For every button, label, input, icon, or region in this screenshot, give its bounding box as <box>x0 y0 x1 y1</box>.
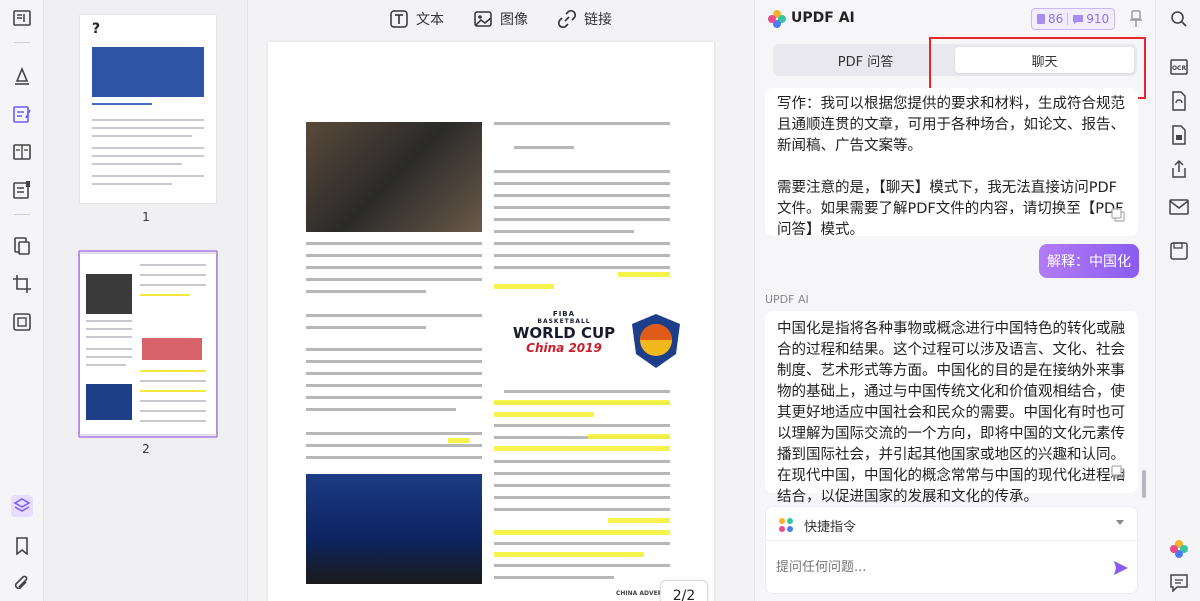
quick-commands-icon <box>779 518 793 532</box>
credits-badge[interactable]: 86 910 <box>1031 8 1115 30</box>
bookmark-icon[interactable] <box>10 534 34 558</box>
pdf-page[interactable]: FIBA BASKETBALL WORLD CUP China 2019 CHI… <box>268 42 714 601</box>
quick-commands-dropdown[interactable]: 快捷指令 <box>766 507 1139 541</box>
copy-icon[interactable] <box>1111 208 1125 222</box>
convert-icon[interactable] <box>1168 90 1190 112</box>
organize-pages-icon[interactable] <box>10 234 34 258</box>
add-image-button[interactable]: 图像 <box>474 9 528 29</box>
tools-icon[interactable] <box>10 310 34 334</box>
updf-ai-icon[interactable] <box>1168 538 1190 560</box>
ai-message-reply: 中国化是指将各种事物或概念进行中国特色的转化或融合的过程和结果。这个过程可以涉及… <box>765 311 1138 505</box>
app-window: ? 1 2 文本 图像 链接 FIBA BASKETBALL WORLD CUP… <box>0 0 1200 601</box>
credits-a: 86 <box>1032 12 1067 26</box>
add-text-label: 文本 <box>416 12 444 28</box>
quick-commands-label: 快捷指令 <box>804 520 857 535</box>
save-icon[interactable] <box>1168 240 1190 262</box>
logo-fiba-top: FIBA <box>552 310 576 318</box>
search-icon[interactable] <box>1168 8 1190 30</box>
email-icon[interactable] <box>1168 196 1190 218</box>
right-toolbar: OCR <box>1155 0 1200 601</box>
prompt-box: 快捷指令 <box>765 506 1139 594</box>
fiba-logo: FIBA BASKETBALL WORLD CUP China 2019 <box>504 310 624 380</box>
photo-top <box>306 122 482 232</box>
ai-panel: UPDF AI 86 910 PDF 问答 聊天 写作：我可以根据您提供的要求和… <box>754 0 1155 601</box>
logo-china: China 2019 <box>526 341 602 355</box>
ai-title: UPDF AI <box>791 10 855 26</box>
credits-b: 910 <box>1068 12 1113 26</box>
thumbnail-page-number: 2 <box>142 442 150 456</box>
page-layout-icon[interactable] <box>10 140 34 164</box>
logo-cup: CUP <box>580 324 616 342</box>
document-viewer: 文本 图像 链接 FIBA BASKETBALL WORLD CUP China… <box>248 0 754 601</box>
svg-text:OCR: OCR <box>1172 65 1187 72</box>
thumbnail-page-2[interactable] <box>80 254 216 434</box>
image-icon <box>474 11 492 27</box>
link-icon <box>558 10 576 28</box>
page-indicator: 2/2 <box>660 580 708 601</box>
text-icon <box>390 10 408 28</box>
add-link-label: 链接 <box>584 12 612 28</box>
document-icon <box>1037 14 1045 24</box>
chat-icon <box>1073 14 1084 24</box>
user-message: 解释：中国化 <box>1039 244 1139 278</box>
chevron-down-icon <box>1116 520 1124 525</box>
world-cup-emblem <box>632 314 680 368</box>
protect-icon[interactable] <box>1168 124 1190 146</box>
left-toolbar <box>0 0 44 601</box>
message-paragraph: 写作：我可以根据您提供的要求和材料，生成符合规范且通顺连贯的文章，可用于各种场合… <box>777 96 1125 154</box>
message-paragraph: 需要注意的是，【聊天】模式下，我无法直接访问PDF文件。如果需要了解PDF文件的… <box>777 180 1124 238</box>
thumbnail-panel: ? 1 2 <box>44 0 248 601</box>
ai-header: UPDF AI 86 910 <box>755 0 1156 38</box>
ocr-icon[interactable]: OCR <box>1168 56 1190 78</box>
layers-icon[interactable] <box>10 494 34 518</box>
ask-input[interactable] <box>776 555 1096 579</box>
photo-bottom <box>306 474 482 584</box>
updf-ai-logo-icon <box>768 10 786 28</box>
add-text-button[interactable]: 文本 <box>390 9 444 29</box>
chat-scrollbar[interactable] <box>1142 470 1146 498</box>
attachment-icon[interactable] <box>10 572 34 596</box>
edit-pdf-icon[interactable] <box>10 102 34 126</box>
edit-toolbar: 文本 图像 链接 <box>248 0 754 38</box>
reader-icon[interactable] <box>10 6 34 30</box>
crop-icon[interactable] <box>10 272 34 296</box>
ai-message-previous: 写作：我可以根据您提供的要求和材料，生成符合规范且通顺连贯的文章，可用于各种场合… <box>765 88 1138 238</box>
thumbnail-page-1[interactable]: ? <box>80 15 216 203</box>
pin-icon[interactable] <box>1127 9 1145 29</box>
copy-icon[interactable] <box>1111 465 1125 479</box>
comments-list-icon[interactable] <box>1168 572 1190 594</box>
reply-text: 中国化是指将各种事物或概念进行中国特色的转化或融合的过程和结果。这个过程可以涉及… <box>777 321 1125 505</box>
logo-world: WORLD <box>512 324 576 342</box>
add-image-label: 图像 <box>500 12 528 28</box>
form-icon[interactable] <box>10 178 34 202</box>
send-icon[interactable] <box>1112 559 1130 577</box>
comment-icon[interactable] <box>10 64 34 88</box>
thumbnail-page-number: 1 <box>142 210 150 224</box>
ai-sender-label: UPDF AI <box>765 293 809 306</box>
add-link-button[interactable]: 链接 <box>558 9 612 29</box>
share-icon[interactable] <box>1168 158 1190 180</box>
